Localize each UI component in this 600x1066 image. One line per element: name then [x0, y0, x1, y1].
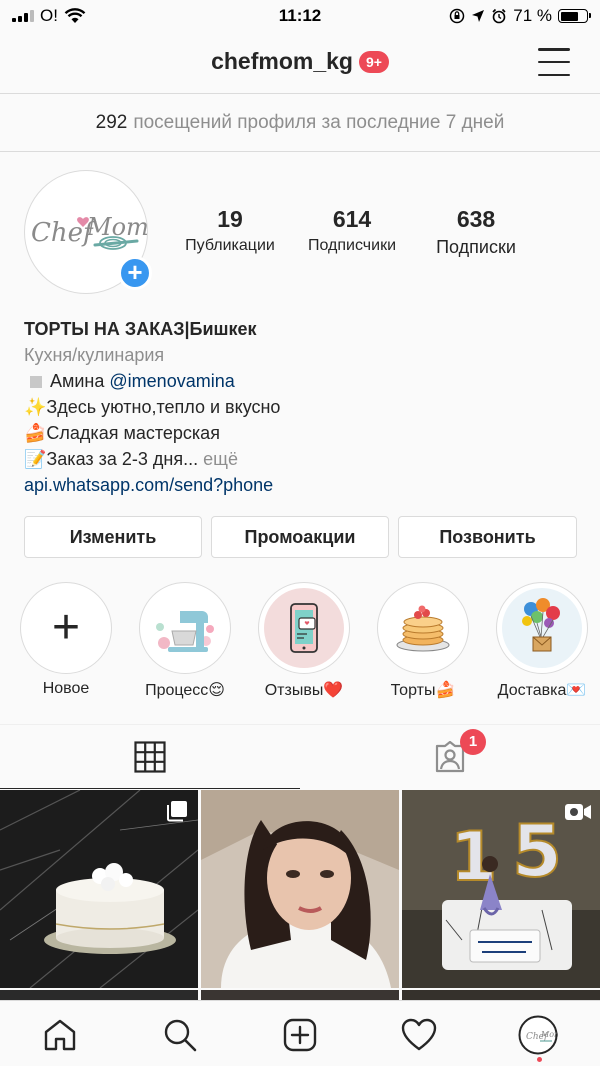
- pancakes-icon: [383, 588, 463, 668]
- profile-actions: Изменить Промоакции Позвонить: [24, 516, 577, 558]
- stat-label: Подписчики: [307, 237, 396, 254]
- add-post-icon: [283, 1018, 317, 1052]
- carousel-icon: [167, 801, 187, 822]
- post-thumbnail[interactable]: [0, 790, 198, 988]
- stat-value: 638: [456, 206, 496, 232]
- bio: ТОРТЫ НА ЗАКАЗ|Бишкек Кухня/кулинария Ам…: [24, 316, 584, 498]
- stat-value: 19: [217, 206, 243, 232]
- home-icon: [44, 1019, 76, 1051]
- notification-dot: [537, 1057, 542, 1062]
- post-thumbnail[interactable]: [0, 990, 198, 1000]
- nav-profile[interactable]: Chef Mom: [518, 1015, 558, 1055]
- stand-mixer-icon: [145, 588, 225, 668]
- search-icon: [164, 1019, 197, 1052]
- visits-count: 292: [95, 111, 128, 133]
- nav-home[interactable]: [40, 1015, 80, 1055]
- menu-icon[interactable]: [538, 48, 570, 76]
- stat-label: Публикации: [185, 237, 275, 254]
- nav-new-post[interactable]: [280, 1015, 320, 1055]
- story-highlights: + Новое Процесс😌 Отзывы❤️ Торты🍰 Доставк…: [0, 582, 600, 712]
- post-thumbnail[interactable]: [402, 990, 600, 1000]
- profile-visits-banner[interactable]: 292 посещений профиля за последние 7 дне…: [0, 94, 600, 152]
- stat-value: 614: [332, 206, 372, 232]
- heart-icon: [401, 1018, 437, 1051]
- svg-text:Mom: Mom: [540, 1030, 558, 1039]
- tab-grid[interactable]: [0, 725, 300, 789]
- battery-icon: [558, 9, 591, 23]
- status-right: 71 %: [449, 6, 591, 26]
- alarm-icon: [492, 8, 506, 24]
- bottom-navigation: Chef Mom: [0, 1000, 600, 1066]
- bio-line-1: Амина @imenovamina: [24, 368, 584, 394]
- tagged-badge: 1: [460, 729, 486, 755]
- stat-following[interactable]: 638 Подписки: [414, 206, 538, 258]
- highlight-label: Доставка💌: [497, 682, 587, 699]
- highlight-ring: +: [20, 582, 112, 674]
- post-thumbnail[interactable]: 1 5: [402, 790, 600, 988]
- edit-profile-button[interactable]: Изменить: [24, 516, 202, 558]
- stat-posts[interactable]: 19 Публикации: [170, 206, 290, 258]
- bio-line-3: 🍰Сладкая мастерская: [24, 423, 220, 443]
- highlight-reviews[interactable]: Отзывы❤️: [249, 582, 359, 700]
- notifications-badge: 9+: [358, 50, 389, 73]
- bio-line-4: 📝Заказ за 2-3 дня... ещё: [24, 446, 584, 472]
- highlight-label: Отзывы❤️: [264, 682, 344, 699]
- highlight-cakes[interactable]: Торты🍰: [368, 582, 478, 700]
- highlight-ring: [258, 582, 350, 674]
- stat-label: Подписки: [436, 237, 516, 257]
- tab-tagged[interactable]: [300, 725, 600, 789]
- highlight-label: Новое: [42, 680, 90, 697]
- location-icon: [472, 10, 485, 22]
- bio-category: Кухня/кулинария: [24, 345, 165, 365]
- grid-icon: [134, 740, 166, 773]
- bio-owner: Амина: [50, 371, 105, 391]
- bio-line-2: ✨Здесь уютно,тепло и вкусно: [24, 397, 281, 417]
- bio-name: ТОРТЫ НА ЗАКАЗ|Бишкек: [24, 319, 257, 339]
- post-thumbnail[interactable]: [201, 990, 399, 1000]
- profile-tabs: 1: [0, 724, 600, 789]
- phone-message-icon: [264, 588, 344, 668]
- promotions-button[interactable]: Промоакции: [211, 516, 389, 558]
- highlight-ring: [496, 582, 588, 674]
- stat-followers[interactable]: 614 Подписчики: [290, 206, 414, 258]
- highlight-label: Торты🍰: [390, 682, 456, 699]
- username[interactable]: chefmom_kg: [211, 48, 353, 75]
- video-icon: [565, 804, 591, 820]
- nav-search[interactable]: [160, 1015, 200, 1055]
- account-switcher[interactable]: chefmom_kg 9+: [0, 48, 600, 75]
- bio-website-link[interactable]: api.whatsapp.com/send?phone: [24, 472, 584, 498]
- selfie-photo: [201, 790, 399, 988]
- profile-header: chefmom_kg 9+: [0, 32, 600, 94]
- posts-grid-next-row: [0, 990, 600, 1000]
- visits-text: посещений профиля за последние 7 дней: [133, 111, 505, 133]
- battery-percent: 71 %: [513, 6, 552, 25]
- add-story-icon[interactable]: +: [118, 256, 152, 290]
- highlight-delivery[interactable]: Доставка💌: [487, 582, 597, 700]
- call-button[interactable]: Позвонить: [398, 516, 577, 558]
- bio-more-link[interactable]: ещё: [203, 449, 238, 469]
- highlight-ring: [139, 582, 231, 674]
- highlight-ring: [377, 582, 469, 674]
- highlight-label: Процесс😌: [145, 682, 225, 699]
- profile-avatar-icon: Chef Mom: [518, 1015, 558, 1055]
- profile-stats: 19 Публикации 614 Подписчики 638 Подписк…: [170, 206, 590, 258]
- battery-level: [560, 11, 579, 21]
- bio-line-4-text: 📝Заказ за 2-3 дня...: [24, 449, 199, 469]
- post-thumbnail[interactable]: [201, 790, 399, 988]
- svg-text:5: 5: [512, 809, 562, 893]
- posts-grid: 1 5: [0, 790, 600, 996]
- highlight-process[interactable]: Процесс😌: [130, 582, 240, 700]
- bio-mention-link[interactable]: @imenovamina: [109, 371, 234, 391]
- status-bar: O! 11:12 71 %: [0, 0, 600, 32]
- square-icon: [30, 376, 42, 389]
- nav-activity[interactable]: [399, 1015, 439, 1055]
- highlight-new[interactable]: + Новое: [11, 582, 121, 698]
- balloons-parcel-icon: [502, 588, 582, 668]
- rotation-lock-icon: [450, 8, 465, 24]
- plus-icon: +: [51, 601, 81, 654]
